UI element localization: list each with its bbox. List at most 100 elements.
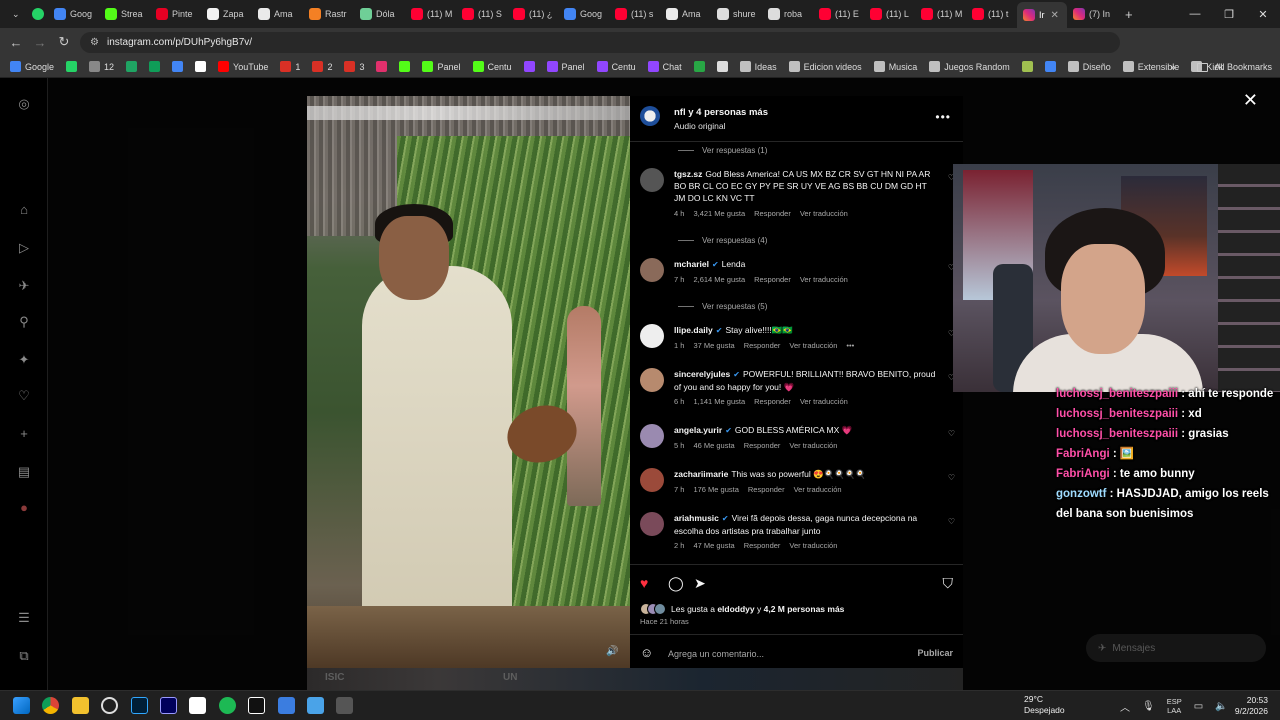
microphone-icon[interactable]: 🎙 [1142,701,1155,712]
likes-count[interactable]: 4,2 M personas más [764,604,845,614]
instagram-logo-icon[interactable]: ◎ [16,96,32,112]
url-text[interactable]: instagram.com/p/DUhPy6hgB7v/ [107,37,252,48]
tab-instagram-active[interactable]: Ir ✕ [1017,2,1067,28]
start-icon[interactable] [13,697,30,714]
share-icon[interactable]: ➤ [694,575,706,592]
post-author[interactable]: nfl y 4 personas más [674,107,768,118]
comment-like-icon[interactable]: ♡ [948,473,955,482]
translate-button[interactable]: Ver traducción [800,397,848,406]
browser-tab[interactable]: shure [711,3,762,25]
commenter-avatar[interactable] [640,424,664,448]
dashboard-icon[interactable]: ▤ [16,464,32,480]
bookmark-item[interactable]: Centu [469,61,516,72]
new-tab-button[interactable]: + [1119,3,1139,25]
reels-icon[interactable]: ▷ [16,240,32,256]
comment-likes[interactable]: 46 Me gusta [693,441,734,450]
chrome-icon[interactable] [42,697,59,714]
browser-tab[interactable]: (11) s [609,3,660,25]
browser-tab[interactable]: (11) L [864,3,915,25]
commenter-avatar[interactable] [640,468,664,492]
weather-widget[interactable]: 29°C Despejado [1024,694,1065,716]
comment-username[interactable]: tgsz.sz [674,169,702,179]
browser-tab[interactable]: Strea [99,3,150,25]
comment-username[interactable]: mchariel [674,259,709,269]
reply-button[interactable]: Responder [754,397,791,406]
all-bookmarks-button[interactable]: All Bookmarks [1214,62,1272,72]
close-window-icon[interactable]: ✕ [1246,8,1280,21]
search-icon[interactable]: ⚲ [16,314,32,330]
browser-tab[interactable]: roba [762,3,813,25]
more-menu-icon[interactable]: ☰ [16,610,32,626]
bookmark-item[interactable]: Google [6,61,58,72]
bookmark-item[interactable] [62,61,81,72]
comment-likes[interactable]: 3,421 Me gusta [693,209,745,218]
translate-button[interactable]: Ver traducción [800,209,848,218]
translate-button[interactable]: Ver traducción [789,341,837,350]
browser-tab[interactable]: Goog [558,3,609,25]
browser-tab[interactable]: Dóla [354,3,405,25]
bookmark-item[interactable]: Musica [870,61,922,72]
bookmarks-more-button[interactable]: » [1170,62,1175,72]
comment-username[interactable]: llipe.daily [674,325,713,335]
bookmark-item[interactable]: 2 [308,61,336,72]
bookmark-item[interactable]: 1 [276,61,304,72]
profile-icon[interactable]: ● [16,500,32,516]
volume-icon[interactable]: 🔊 [606,646,620,660]
reply-button[interactable]: Responder [754,275,791,284]
reply-button[interactable]: Responder [744,441,781,450]
bookmark-item[interactable] [1041,61,1060,72]
comment-username[interactable]: zachariimarie [674,469,728,479]
browser-tab[interactable]: Goog [48,3,99,25]
browser-tab[interactable]: Pinte [150,3,201,25]
bookmark-item[interactable] [690,61,709,72]
url-omnibox[interactable]: ⚙ instagram.com/p/DUhPy6hgB7v/ [80,32,1120,53]
create-icon[interactable]: + [16,426,32,442]
commenter-avatar[interactable] [640,324,664,348]
reply-button[interactable]: Responder [748,485,785,494]
tray-overflow-icon[interactable]: ︿ [1120,699,1130,714]
bookmark-item[interactable]: Diseño [1064,61,1115,72]
network-icon[interactable]: ▭ [1194,701,1203,712]
bookmark-item[interactable]: 3 [340,61,368,72]
bookmark-item[interactable]: Centu [593,61,640,72]
reply-button[interactable]: Responder [744,541,781,550]
home-icon[interactable]: ⌂ [16,202,32,218]
messages-button[interactable]: ✈ Mensajes [1086,634,1266,662]
meta-apps-icon[interactable]: ⧉ [16,648,32,664]
comment-like-icon[interactable]: ♡ [948,517,955,526]
browser-tab[interactable]: Zapa [201,3,252,25]
save-bookmark-icon[interactable]: ⛉ [943,575,954,592]
browser-tab[interactable]: (11) t [966,3,1017,25]
premiere-icon[interactable] [160,697,177,714]
comment-likes[interactable]: 47 Me gusta [693,541,734,550]
tab-list-menu[interactable]: ⌄ [6,3,26,25]
app-icon[interactable] [307,697,324,714]
app-icon[interactable] [278,697,295,714]
minimize-icon[interactable]: — [1178,8,1212,20]
like-heart-icon[interactable]: ♥ [640,575,648,591]
translate-button[interactable]: Ver traducción [789,541,837,550]
back-icon[interactable]: ← [4,35,28,50]
browser-tab[interactable]: (11) M [405,3,456,25]
capcut-icon[interactable] [248,697,265,714]
view-replies-button[interactable]: Ver respuestas (5) [678,302,767,311]
reel-video[interactable]: 🔊 [307,96,630,672]
browser-tab[interactable]: Ama [660,3,711,25]
spotify-icon[interactable] [219,697,236,714]
comment-username[interactable]: sincerelyjules [674,369,730,379]
browser-tab[interactable]: (11) ¿ [507,3,558,25]
comment-likes[interactable]: 37 Me gusta [693,341,734,350]
view-replies-button[interactable]: Ver respuestas (4) [678,236,767,245]
browser-tab[interactable]: Rastr [303,3,354,25]
bookmark-item[interactable]: Chat [644,61,686,72]
commenter-avatar[interactable] [640,512,664,536]
bookmark-item[interactable]: Juegos Random [925,61,1014,72]
bookmark-item[interactable] [1018,61,1037,72]
bookmark-item[interactable]: Ideas [736,61,781,72]
tab-close-icon[interactable]: ✕ [1051,10,1059,21]
forward-icon[interactable]: → [28,35,52,50]
photoshop-icon[interactable] [131,697,148,714]
browser-tab[interactable]: (11) E [813,3,864,25]
reload-icon[interactable]: ↻ [52,34,76,50]
volume-tray-icon[interactable]: 🔈 [1215,701,1227,712]
